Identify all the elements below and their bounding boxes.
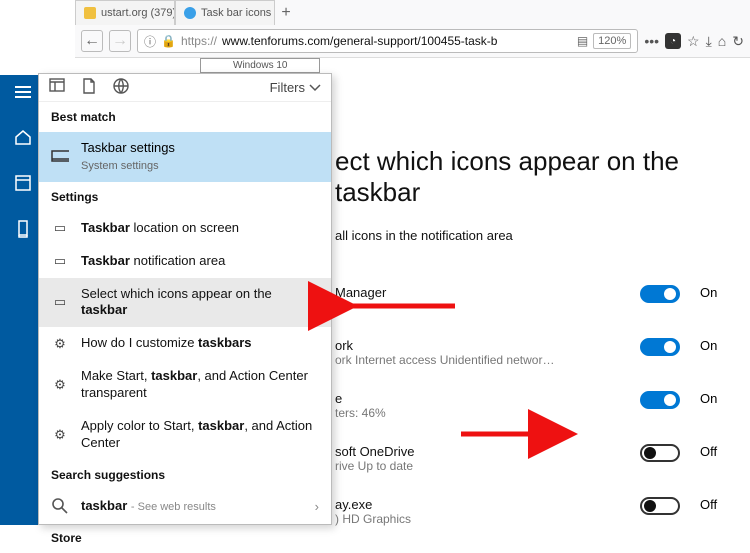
toggle-state: On xyxy=(700,391,728,406)
more-icon[interactable]: ••• xyxy=(644,33,659,49)
option-name: soft OneDrive xyxy=(335,444,620,459)
result-title: Taskbar settings xyxy=(81,140,175,155)
home-icon[interactable]: ⌂ xyxy=(718,33,726,49)
icon-option-row: ay.exe) HD Graphics Off xyxy=(335,485,738,538)
filters-label: Filters xyxy=(270,80,305,95)
result-transparent[interactable]: ⚙ Make Start, taskbar, and Action Center… xyxy=(39,360,331,410)
gear-icon: ⚙ xyxy=(51,377,69,393)
reload-icon[interactable]: ↻ xyxy=(732,33,744,50)
apps-icon[interactable] xyxy=(15,175,31,196)
reader-icon[interactable]: ▤ xyxy=(577,34,588,48)
settings-label: Settings xyxy=(39,182,331,212)
forward-button[interactable]: → xyxy=(109,30,131,52)
info-icon[interactable]: ⓘ xyxy=(144,33,156,50)
pocket-icon[interactable]: ◔ xyxy=(665,33,681,49)
result-select-icons[interactable]: ▭ Select which icons appear on the taskb… xyxy=(39,278,331,328)
result-subtitle: System settings xyxy=(81,160,159,172)
search-panel: Filters Best match Taskbar settings Syst… xyxy=(38,73,332,525)
option-name: ork xyxy=(335,338,620,353)
result-text: How do I customize taskbars xyxy=(81,335,319,352)
os-label: Windows 10 xyxy=(200,58,320,73)
gear-icon: ⚙ xyxy=(51,427,69,443)
option-name: ay.exe xyxy=(335,497,620,512)
option-desc: ters: 46% xyxy=(335,406,565,420)
menu-icon[interactable] xyxy=(14,85,32,104)
favicon xyxy=(184,7,196,19)
favicon xyxy=(84,7,96,19)
tab-title: Task bar icons lower right Win… xyxy=(201,7,275,19)
result-customize-taskbars[interactable]: ⚙ How do I customize taskbars xyxy=(39,327,331,360)
download-icon[interactable]: ⤓ xyxy=(706,33,712,50)
option-desc: ork Internet access Unidentified networ… xyxy=(335,353,565,367)
result-text: Taskbar location on screen xyxy=(81,220,319,237)
search-header: Filters xyxy=(39,74,331,102)
result-taskbar-settings[interactable]: Taskbar settings System settings xyxy=(39,132,331,182)
tab-2[interactable]: Task bar icons lower right Win… × xyxy=(175,0,275,25)
icon-option-row: orkork Internet access Unidentified netw… xyxy=(335,326,738,379)
store-label: Store xyxy=(39,523,331,553)
toggle-switch[interactable] xyxy=(640,444,680,462)
best-match-label: Best match xyxy=(39,102,331,132)
toggle-state: On xyxy=(700,285,728,300)
page-lead: all icons in the notification area xyxy=(335,228,738,243)
option-desc: % xyxy=(335,300,565,314)
display-icon: ▭ xyxy=(51,220,69,236)
display-icon: ▭ xyxy=(51,253,69,269)
display-icon xyxy=(51,150,69,164)
toggle-switch[interactable] xyxy=(640,497,680,515)
tab-1[interactable]: ustart.org (379) – Your custom… × xyxy=(75,0,175,25)
lock-icon: 🔒 xyxy=(161,34,176,48)
suggestions-label: Search suggestions xyxy=(39,460,331,490)
url-scheme: https:// xyxy=(181,34,217,48)
result-apply-color[interactable]: ⚙ Apply color to Start, taskbar, and Act… xyxy=(39,410,331,460)
back-button[interactable]: ← xyxy=(81,30,103,52)
option-desc: ) HD Graphics xyxy=(335,512,565,526)
suggestion-taskbar[interactable]: taskbar - See web results › xyxy=(39,490,331,523)
toggle-state: Off xyxy=(700,497,728,512)
icon-option-row: Manager% On xyxy=(335,273,738,326)
chevron-down-icon xyxy=(309,84,321,92)
url-text: www.tenforums.com/general-support/100455… xyxy=(222,34,497,48)
result-text: Make Start, taskbar, and Action Center t… xyxy=(81,368,319,402)
devices-icon[interactable] xyxy=(16,220,30,243)
chevron-right-icon: › xyxy=(315,499,319,514)
option-name: e xyxy=(335,391,620,406)
gear-icon: ⚙ xyxy=(51,336,69,352)
address-bar: ← → ⓘ 🔒 https:// www.tenforums.com/genera… xyxy=(75,26,750,56)
bookmark-icon[interactable]: ☆ xyxy=(687,33,700,50)
result-notification-area[interactable]: ▭ Taskbar notification area xyxy=(39,245,331,278)
suggestion-text: taskbar - See web results xyxy=(81,498,303,515)
toggle-state: On xyxy=(700,338,728,353)
result-text: Taskbar notification area xyxy=(81,253,319,270)
option-desc: rive Up to date xyxy=(335,459,565,473)
apps-filter-icon[interactable] xyxy=(49,78,65,97)
page-title: ect which icons appear on the taskbar xyxy=(335,146,738,208)
option-name: Manager xyxy=(335,285,620,300)
web-filter-icon[interactable] xyxy=(113,78,129,97)
url-input[interactable]: ⓘ 🔒 https:// www.tenforums.com/general-su… xyxy=(137,29,638,53)
toggle-state: Off xyxy=(700,444,728,459)
browser-chrome: ustart.org (379) – Your custom… × Task b… xyxy=(75,0,750,58)
filters-dropdown[interactable]: Filters xyxy=(270,80,321,95)
settings-page: ect which icons appear on the taskbar al… xyxy=(335,100,738,525)
zoom-level[interactable]: 120% xyxy=(593,33,631,49)
tab-strip: ustart.org (379) – Your custom… × Task b… xyxy=(75,0,750,26)
icon-option-row: soft OneDriverive Up to date Off xyxy=(335,432,738,485)
search-icon xyxy=(51,498,69,514)
new-tab-button[interactable]: + xyxy=(275,0,297,26)
result-taskbar-location[interactable]: ▭ Taskbar location on screen xyxy=(39,212,331,245)
icon-option-row: eters: 46% On xyxy=(335,379,738,432)
result-text: Apply color to Start, taskbar, and Actio… xyxy=(81,418,319,452)
display-icon: ▭ xyxy=(51,294,69,310)
toggle-switch[interactable] xyxy=(640,391,680,409)
toggle-switch[interactable] xyxy=(640,285,680,303)
result-text: Select which icons appear on the taskbar xyxy=(81,286,319,320)
toggle-switch[interactable] xyxy=(640,338,680,356)
docs-filter-icon[interactable] xyxy=(83,78,95,97)
home-icon[interactable] xyxy=(14,128,32,151)
tab-title: ustart.org (379) – Your custom… xyxy=(101,7,175,19)
